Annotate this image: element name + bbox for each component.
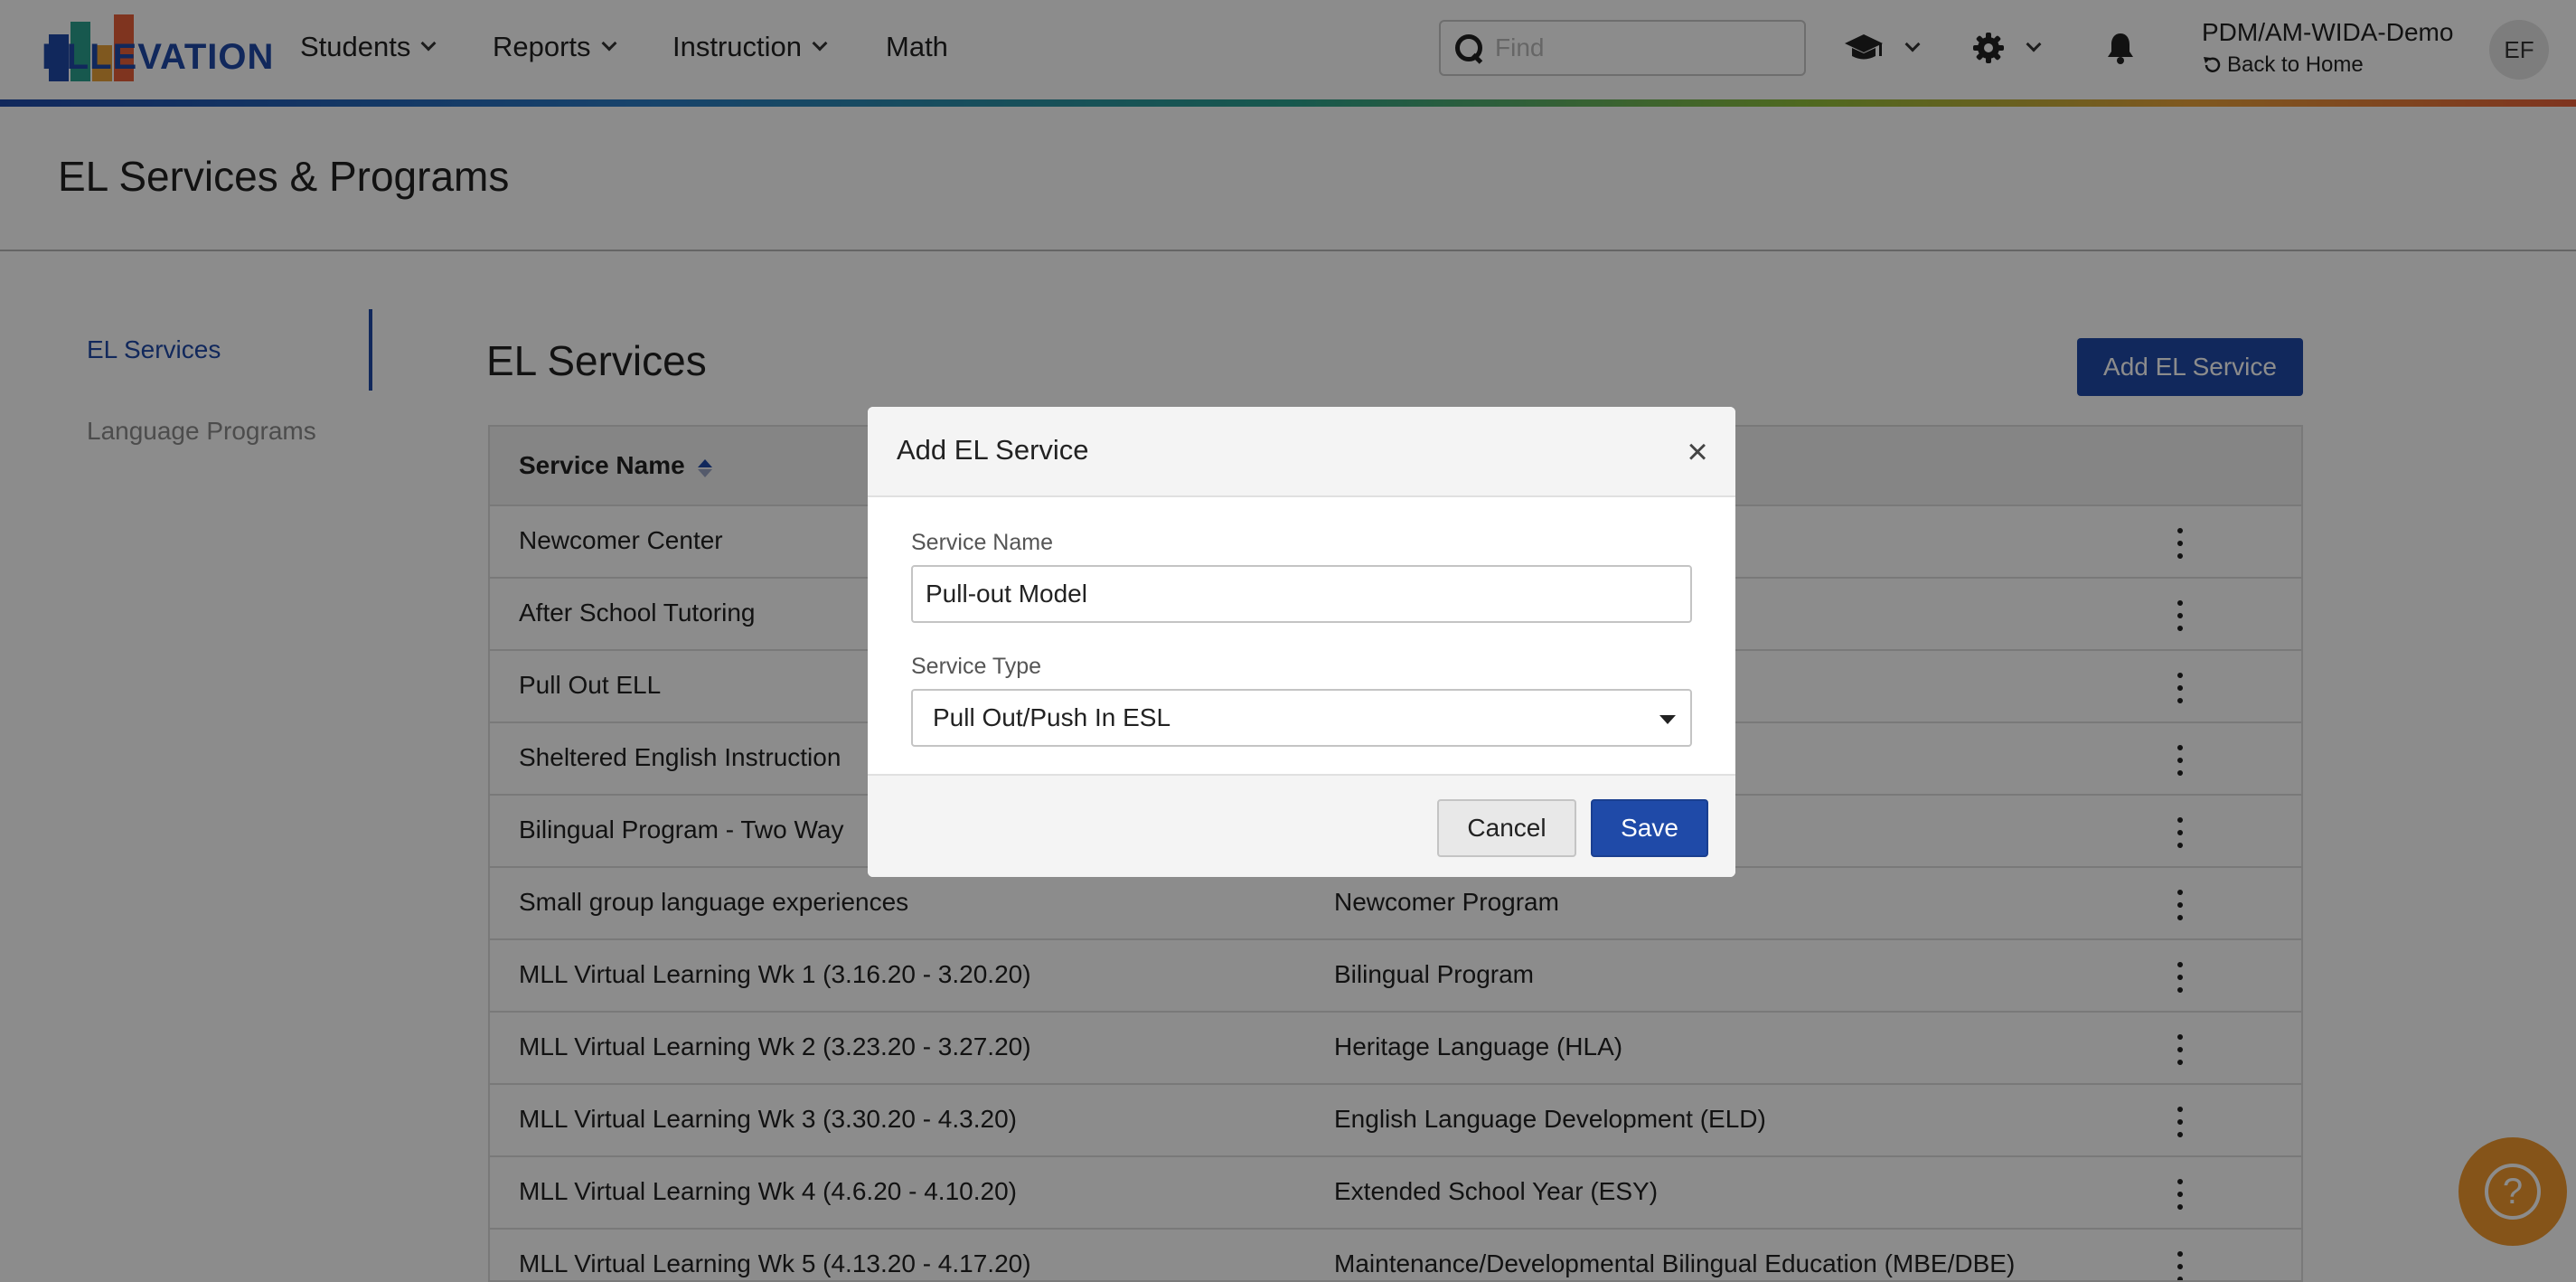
close-icon[interactable]: × xyxy=(1679,434,1716,470)
save-button[interactable]: Save xyxy=(1591,799,1708,857)
modal-title: Add EL Service xyxy=(897,434,1089,466)
service-type-value: Pull Out/Push In ESL xyxy=(933,703,1171,731)
modal-body: Service Name Service Type Pull Out/Push … xyxy=(868,497,1735,774)
service-name-label: Service Name xyxy=(911,530,1053,555)
modal-header: Add EL Service × xyxy=(868,407,1735,497)
cancel-button[interactable]: Cancel xyxy=(1437,799,1576,857)
service-type-select[interactable]: Pull Out/Push In ESL xyxy=(911,689,1692,747)
modal-footer: Cancel Save xyxy=(868,774,1735,877)
service-type-label: Service Type xyxy=(911,654,1042,679)
caret-down-icon xyxy=(1659,715,1676,724)
add-el-service-modal: Add EL Service × Service Name Service Ty… xyxy=(868,407,1735,877)
service-name-input[interactable] xyxy=(911,565,1692,623)
